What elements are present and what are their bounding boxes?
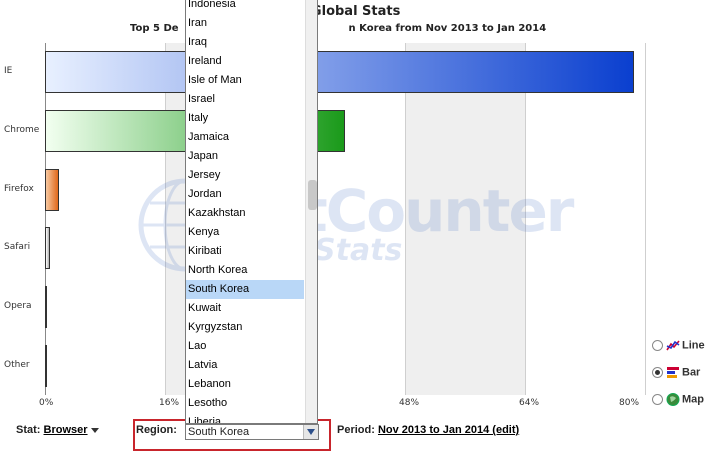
category-label: Other <box>4 359 30 370</box>
category-label: Safari <box>4 242 31 253</box>
chart-type-bar-option[interactable]: Bar <box>652 366 700 379</box>
region-option[interactable]: Israel <box>186 90 304 109</box>
x-tick-label: 16% <box>159 398 180 408</box>
line-chart-icon <box>666 340 680 351</box>
stat-control[interactable]: Stat: Browser <box>16 424 99 436</box>
bar-ie <box>45 51 634 94</box>
line-radio[interactable] <box>652 340 663 351</box>
stat-dropdown-caret-icon[interactable] <box>90 427 99 433</box>
category-label: Firefox <box>4 183 34 194</box>
region-option[interactable]: North Korea <box>186 261 304 280</box>
region-option[interactable]: Ireland <box>186 52 304 71</box>
chart-type-map-option[interactable]: Map <box>652 393 704 406</box>
bar-other <box>45 344 47 387</box>
stat-value[interactable]: Browser <box>44 424 88 436</box>
gridline <box>645 43 646 395</box>
bar-firefox <box>45 168 59 211</box>
chevron-down-icon[interactable] <box>303 425 318 439</box>
dropdown-scrollbar[interactable] <box>305 0 317 423</box>
region-option[interactable]: Isle of Man <box>186 71 304 90</box>
region-option[interactable]: Japan <box>186 147 304 166</box>
subtitle-prefix: Top 5 De <box>130 23 179 34</box>
category-label: Opera <box>4 301 32 311</box>
scrollbar-thumb[interactable] <box>308 180 317 210</box>
region-option[interactable]: Jersey <box>186 166 304 185</box>
region-option[interactable]: Jamaica <box>186 128 304 147</box>
region-option[interactable]: Italy <box>186 109 304 128</box>
watermark-sub-text: Stats <box>314 233 403 268</box>
subtitle-suffix: n Korea from Nov 2013 to Jan 2014 <box>348 23 547 34</box>
region-label: Region: <box>136 424 177 436</box>
category-label: IE <box>4 66 13 77</box>
bar-opera <box>45 286 47 328</box>
map-option-label: Map <box>682 393 704 406</box>
category-label: Chrome <box>4 125 40 135</box>
period-label: Period: <box>337 424 375 436</box>
map-radio[interactable] <box>652 394 663 405</box>
region-option[interactable]: South Korea <box>186 280 304 299</box>
x-tick-label: 0% <box>39 398 54 408</box>
region-option[interactable]: Latvia <box>186 356 304 375</box>
period-control[interactable]: Period: Nov 2013 to Jan 2014 (edit) <box>337 424 519 436</box>
region-select-value: South Korea <box>188 426 250 438</box>
y-axis-line <box>45 43 46 395</box>
region-option[interactable]: Jordan <box>186 185 304 204</box>
x-tick-label: 80% <box>619 398 640 408</box>
bar-option-label: Bar <box>682 366 701 379</box>
region-option[interactable]: Kiribati <box>186 242 304 261</box>
chart-type-line-option[interactable]: Line <box>652 339 705 352</box>
region-option[interactable]: Kuwait <box>186 299 304 318</box>
region-option[interactable]: Iraq <box>186 33 304 52</box>
region-option[interactable]: Lao <box>186 337 304 356</box>
line-option-label: Line <box>682 339 705 352</box>
region-option[interactable]: Kyrgyzstan <box>186 318 304 337</box>
region-option[interactable]: Lebanon <box>186 375 304 394</box>
bar-safari <box>45 227 50 270</box>
x-tick-label: 64% <box>519 398 540 408</box>
bar-radio[interactable] <box>652 367 663 378</box>
x-tick-label: 48% <box>399 398 420 408</box>
region-option[interactable]: Liberia <box>186 413 304 423</box>
statcounter-chart-page: r Global Stats Top 5 De n Korea from Nov … <box>0 0 720 458</box>
region-option[interactable]: Kazakhstan <box>186 204 304 223</box>
region-option[interactable]: Indonesia <box>186 0 304 14</box>
bar-chart-icon <box>667 367 679 378</box>
region-option[interactable]: Kenya <box>186 223 304 242</box>
period-value[interactable]: Nov 2013 to Jan 2014 (edit) <box>378 424 519 436</box>
region-option[interactable]: Lesotho <box>186 394 304 413</box>
region-select[interactable]: South Korea <box>185 424 319 440</box>
region-option[interactable]: Iran <box>186 14 304 33</box>
region-dropdown-list[interactable]: Indonesia Iran Iraq Ireland Isle of Man Israe… <box>185 0 318 424</box>
stat-label: Stat: <box>16 424 41 436</box>
region-options: Indonesia Iran Iraq Ireland Isle of Man Israe… <box>186 0 304 423</box>
map-globe-icon <box>666 393 680 406</box>
